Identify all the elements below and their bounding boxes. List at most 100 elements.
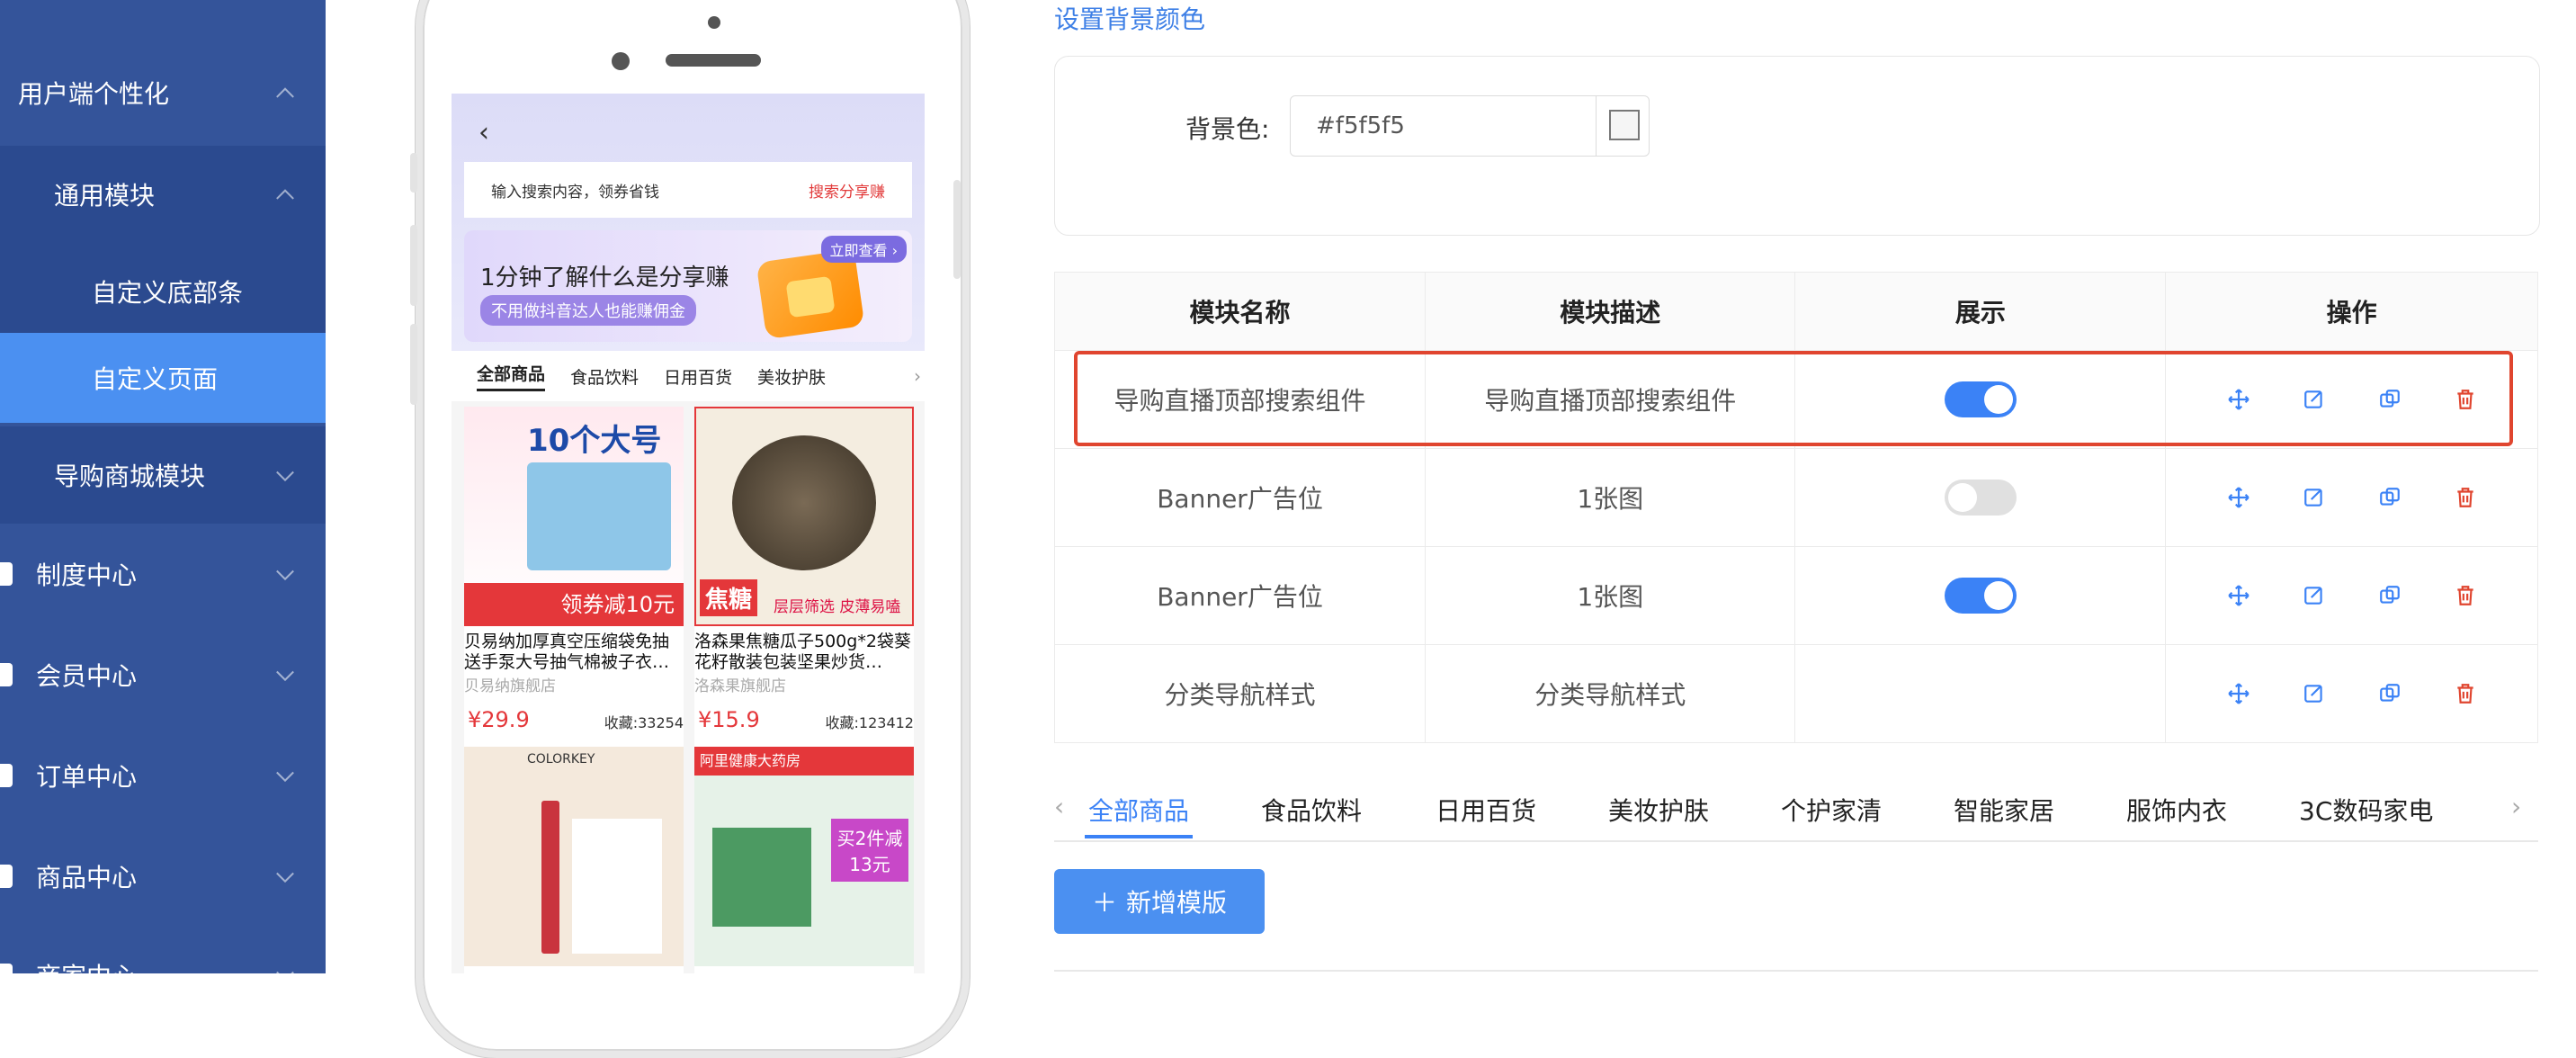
chevron-right-icon[interactable]: › [914, 365, 921, 387]
chevron-down-icon [276, 964, 294, 973]
tab-daily[interactable]: 日用百货 [1436, 792, 1536, 828]
sidebar-item-member-center[interactable]: 会员中心 [0, 626, 326, 723]
add-template-label: 新增模版 [1126, 888, 1228, 918]
chevron-left-icon[interactable]: ‹ [479, 365, 486, 387]
tab-smart-home[interactable]: 智能家居 [1954, 792, 2054, 828]
sidebar-item-label: 商品中心 [36, 863, 138, 892]
move-icon[interactable] [2227, 486, 2250, 509]
chevron-right-icon[interactable]: › [2511, 792, 2521, 821]
product-card[interactable]: 阿里健康大药房 买2件减13元 [694, 747, 914, 973]
color-picker-button[interactable] [1596, 95, 1651, 157]
delete-icon[interactable] [2454, 682, 2477, 705]
tab-3c-digital[interactable]: 3C数码家电 [2299, 792, 2433, 828]
chevron-down-icon [276, 562, 294, 581]
edit-icon[interactable] [2303, 682, 2326, 705]
show-toggle[interactable] [1944, 578, 2017, 614]
sidebar-item-merchant-center[interactable]: 商家中心 [0, 927, 326, 973]
table-row: 分类导航样式 分类导航样式 [1053, 644, 2538, 743]
back-icon[interactable]: ‹ [479, 117, 489, 148]
move-icon[interactable] [2227, 584, 2250, 607]
add-template-button[interactable]: ＋ 新增模版 [1054, 869, 1265, 934]
phone-tab[interactable]: 食品饮料 [570, 364, 639, 389]
copy-icon[interactable] [2378, 486, 2402, 509]
copy-icon[interactable] [2378, 584, 2402, 607]
phone-banner[interactable]: 1分钟了解什么是分享赚 不用做抖音达人也能赚佣金 立即查看 › [464, 230, 912, 342]
tab-food[interactable]: 食品饮料 [1261, 792, 1362, 828]
product-price: ¥29.9 [468, 707, 530, 732]
module-desc: 分类导航样式 [1425, 644, 1796, 743]
banner-tag[interactable]: 立即查看 › [820, 236, 907, 263]
edit-icon[interactable] [2303, 584, 2326, 607]
phone-earpiece [666, 54, 761, 67]
chevron-up-icon [276, 189, 294, 208]
phone-side-button [953, 180, 961, 279]
sidebar-item-label: 导购商城模块 [54, 462, 206, 491]
move-icon[interactable] [2227, 682, 2250, 705]
sidebar: 用户端个性化 通用模块 自定义底部条 自定义页面 导购商城模块 制度中心 会员中… [0, 0, 326, 973]
tab-beauty[interactable]: 美妆护肤 [1608, 792, 1709, 828]
product-title: 洛森果焦糖瓜子500g*2袋葵花籽散装包装坚果炒货… [694, 632, 911, 672]
lipstick-shape [541, 801, 559, 954]
product-card[interactable]: 焦糖 层层筛选 皮薄易嗑 洛森果焦糖瓜子500g*2袋葵花籽散装包装坚果炒货… … [694, 407, 914, 752]
phone-speaker-dot [708, 16, 720, 29]
tab-personal-care[interactable]: 个护家清 [1781, 792, 1882, 828]
sidebar-item-general-module[interactable]: 通用模块 [0, 146, 326, 243]
module-desc: 导购直播顶部搜索组件 [1425, 350, 1796, 449]
sidebar-item-label: 自定义页面 [92, 364, 219, 394]
product-shape [527, 462, 671, 570]
divider [1054, 970, 2538, 972]
product-shape [732, 435, 876, 570]
lip-swatch-shape [572, 819, 662, 954]
product-image-sub: 领券减10元 [464, 583, 684, 626]
move-icon[interactable] [2227, 388, 2250, 411]
sidebar-item-system-center[interactable]: 制度中心 [0, 525, 326, 623]
plus-icon: ＋ [1091, 888, 1117, 918]
phone-tab[interactable]: 全部商品 [477, 361, 546, 391]
product-image: 焦糖 层层筛选 皮薄易嗑 [694, 407, 914, 626]
product-card[interactable]: COLORKEY [464, 747, 684, 973]
phone-tab[interactable]: 美妆护肤 [757, 364, 826, 389]
product-shop: 贝易纳旗舰店 [464, 677, 556, 695]
phone-camera [612, 52, 630, 70]
sidebar-item-order-center[interactable]: 订单中心 [0, 727, 326, 824]
tab-all-products[interactable]: 全部商品 [1088, 792, 1189, 828]
product-image: 10个大号 领券减10元 [464, 407, 684, 626]
show-toggle[interactable] [1944, 381, 2017, 417]
chevron-down-icon [276, 663, 294, 682]
module-desc: 1张图 [1425, 448, 1796, 547]
copy-icon[interactable] [2378, 682, 2402, 705]
sidebar-item-custom-page[interactable]: 自定义页面 [0, 333, 326, 423]
show-cell [1794, 350, 2167, 449]
product-image-text: COLORKEY [527, 752, 595, 767]
product-card[interactable]: 10个大号 领券减10元 贝易纳加厚真空压缩袋免抽送手泵大号抽气棉被子衣… 贝易… [464, 407, 684, 752]
chevron-left-icon[interactable]: ‹ [1054, 792, 1064, 821]
show-toggle[interactable] [1944, 480, 2017, 516]
edit-icon[interactable] [2303, 486, 2326, 509]
phone-screen: ‹ 输入搜索内容，领券省钱 搜索分享赚 1分钟了解什么是分享赚 不用做抖音达人也… [452, 94, 925, 973]
sidebar-item-user-personalization[interactable]: 用户端个性化 [0, 44, 326, 141]
product-image-text: 焦糖 [700, 579, 758, 616]
edit-icon[interactable] [2303, 388, 2326, 411]
category-tabs: ‹ 全部商品 食品饮料 日用百货 美妆护肤 个护家清 智能家居 服饰内衣 3C数… [1054, 783, 2538, 842]
phone-side-button [410, 324, 417, 405]
sidebar-item-guide-mall-module[interactable]: 导购商城模块 [0, 426, 326, 524]
sidebar-item-custom-bottom-bar[interactable]: 自定义底部条 [0, 243, 326, 340]
phone-tab[interactable]: 日用百货 [664, 364, 732, 389]
phone-search-action[interactable]: 搜索分享赚 [809, 179, 885, 202]
delete-icon[interactable] [2454, 486, 2477, 509]
section-title: 设置背景颜色 [1054, 4, 1206, 34]
delete-icon[interactable] [2454, 388, 2477, 411]
sidebar-item-product-center[interactable]: 商品中心 [0, 828, 326, 925]
product-title: 贝易纳加厚真空压缩袋免抽送手泵大号抽气棉被子衣… [464, 632, 670, 672]
product-image-sub: 买2件减13元 [831, 819, 908, 882]
order-icon [0, 764, 13, 787]
product-image: 阿里健康大药房 买2件减13元 [694, 747, 914, 966]
copy-icon[interactable] [2378, 388, 2402, 411]
background-settings-panel [1054, 56, 2540, 236]
chevron-down-icon [276, 764, 294, 783]
sidebar-item-label: 用户端个性化 [18, 79, 170, 109]
phone-search-bar[interactable]: 输入搜索内容，领券省钱 搜索分享赚 [464, 162, 912, 218]
tab-clothing[interactable]: 服饰内衣 [2126, 792, 2227, 828]
delete-icon[interactable] [2454, 584, 2477, 607]
product-image-text: 10个大号 [527, 423, 662, 459]
